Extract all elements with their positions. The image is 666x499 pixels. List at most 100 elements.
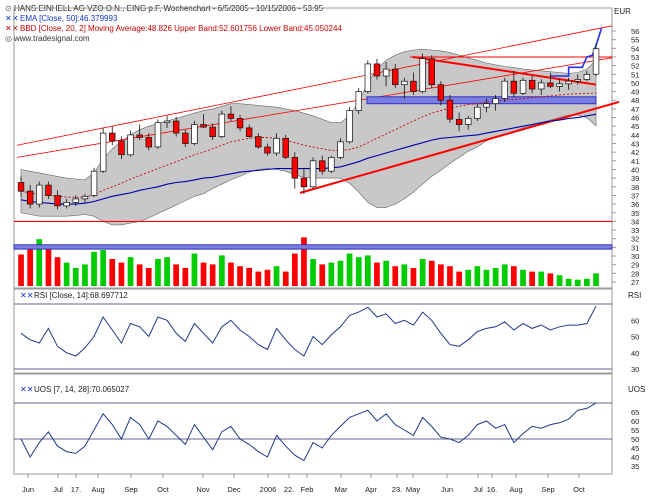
volume-bar: [401, 264, 408, 286]
uos-legend: UOS [7, 14, 28]:70.065027: [34, 385, 130, 394]
volume-bar: [584, 278, 590, 286]
volume-bar: [273, 266, 280, 286]
volume-bar: [72, 268, 79, 286]
volume-bar: [127, 257, 134, 286]
candle-body: [264, 146, 271, 154]
volume-bar: [547, 273, 554, 286]
x-tick-label: May: [406, 485, 420, 494]
volume-bar: [136, 264, 143, 286]
x-tick-label: 22.: [284, 485, 294, 494]
price-y-tick-label: 37: [631, 191, 639, 200]
candle-body: [145, 137, 152, 148]
volume-bar: [63, 262, 70, 286]
rsi-legend-icon: ✕✕: [20, 291, 33, 300]
volume-bar: [310, 259, 316, 286]
uos-y-tick-label: 65: [631, 408, 639, 417]
candle-body: [72, 198, 79, 203]
volume-bar: [383, 260, 389, 286]
candle-body: [136, 134, 143, 138]
volume-bar: [246, 268, 252, 286]
volume-bar: [419, 259, 426, 286]
volume-bar: [465, 269, 472, 286]
price-y-tick-label: 35: [631, 209, 639, 218]
candle-body: [291, 157, 299, 179]
volume-bar: [282, 271, 289, 286]
price-zone-box: [366, 96, 597, 105]
candle-body: [182, 132, 189, 144]
candle-body: [446, 99, 454, 120]
candle-body: [547, 82, 554, 87]
volume-bar: [200, 262, 207, 286]
price-y-tick-label: 38: [631, 183, 639, 192]
candle-body: [410, 80, 417, 92]
candle-body: [392, 68, 399, 86]
price-y-tick-label: 36: [631, 200, 639, 209]
price-y-tick-label: 27: [631, 278, 639, 287]
price-y-tick-label: 32: [631, 235, 639, 244]
candle-body: [437, 84, 445, 101]
uos-y-tick-label: 40: [631, 453, 639, 462]
price-y-tick-label: 52: [631, 62, 639, 71]
x-tick-label: Dec: [227, 485, 241, 494]
candle-body: [474, 106, 481, 119]
source-icon: ◎: [5, 34, 12, 43]
volume-bar: [346, 253, 353, 286]
price-y-tick-label: 51: [631, 70, 639, 79]
uos-y-tick-label: 45: [631, 444, 639, 453]
candle-body: [245, 127, 253, 137]
price-y-tick-label: 40: [631, 165, 639, 174]
volume-bar: [374, 262, 380, 286]
volume-bar: [392, 266, 399, 286]
volume-bar: [501, 264, 508, 286]
rsi-legend: RSI [Close, 14]:68.697712: [34, 291, 128, 300]
candle-body: [574, 79, 581, 82]
price-y-tick-label: 56: [631, 27, 639, 36]
uos-y-tick-label: 60: [631, 417, 639, 426]
volume-zone-box: [13, 244, 613, 250]
x-tick-label: Oct: [573, 485, 586, 494]
candle-body: [227, 113, 235, 119]
volume-bar: [511, 266, 517, 286]
rsi-unit: RSI: [628, 291, 641, 300]
volume-bar: [191, 253, 198, 286]
candle-body: [501, 80, 508, 99]
x-tick-label: Nov: [196, 485, 210, 494]
x-tick-label: Feb: [301, 485, 314, 494]
volume-bar: [337, 260, 344, 286]
title-icon: ⊙: [5, 4, 12, 13]
candle-body: [154, 122, 162, 148]
price-y-tick-label: 46: [631, 114, 639, 123]
candle-body: [364, 63, 372, 92]
rsi-y-tick-label: 40: [631, 349, 639, 358]
price-y-tick-label: 42: [631, 148, 639, 157]
volume-bar: [182, 268, 189, 286]
uos-legend-icon: ✕✕: [20, 385, 33, 394]
volume-bar: [219, 255, 225, 286]
candle-body: [255, 136, 262, 148]
candle-body: [419, 58, 426, 92]
volume-bar: [410, 268, 417, 286]
candle-body: [90, 170, 98, 196]
candle-body: [346, 110, 353, 143]
candle-body: [337, 141, 344, 158]
volume-bar: [520, 269, 526, 286]
price-y-tick-label: 29: [631, 261, 639, 270]
volume-bar: [27, 244, 33, 286]
x-tick-label: Aug: [509, 485, 522, 494]
price-y-tick-label: 34: [631, 217, 639, 226]
candle-body: [373, 63, 381, 77]
candle-body: [483, 103, 490, 108]
price-y-tick-label: 50: [631, 79, 639, 88]
candle-body: [319, 160, 326, 172]
candle-body: [63, 202, 70, 207]
volume-bar: [328, 262, 335, 286]
candle-body: [218, 113, 226, 137]
volume-bar: [593, 273, 599, 286]
candle-body: [273, 137, 280, 154]
x-tick-label: Jun: [441, 485, 453, 494]
candle-body: [382, 68, 390, 77]
x-tick-label: Oct: [157, 485, 170, 494]
candle-body: [172, 120, 180, 134]
price-y-tick-label: 49: [631, 88, 639, 97]
x-tick-label: Jul: [473, 485, 483, 494]
